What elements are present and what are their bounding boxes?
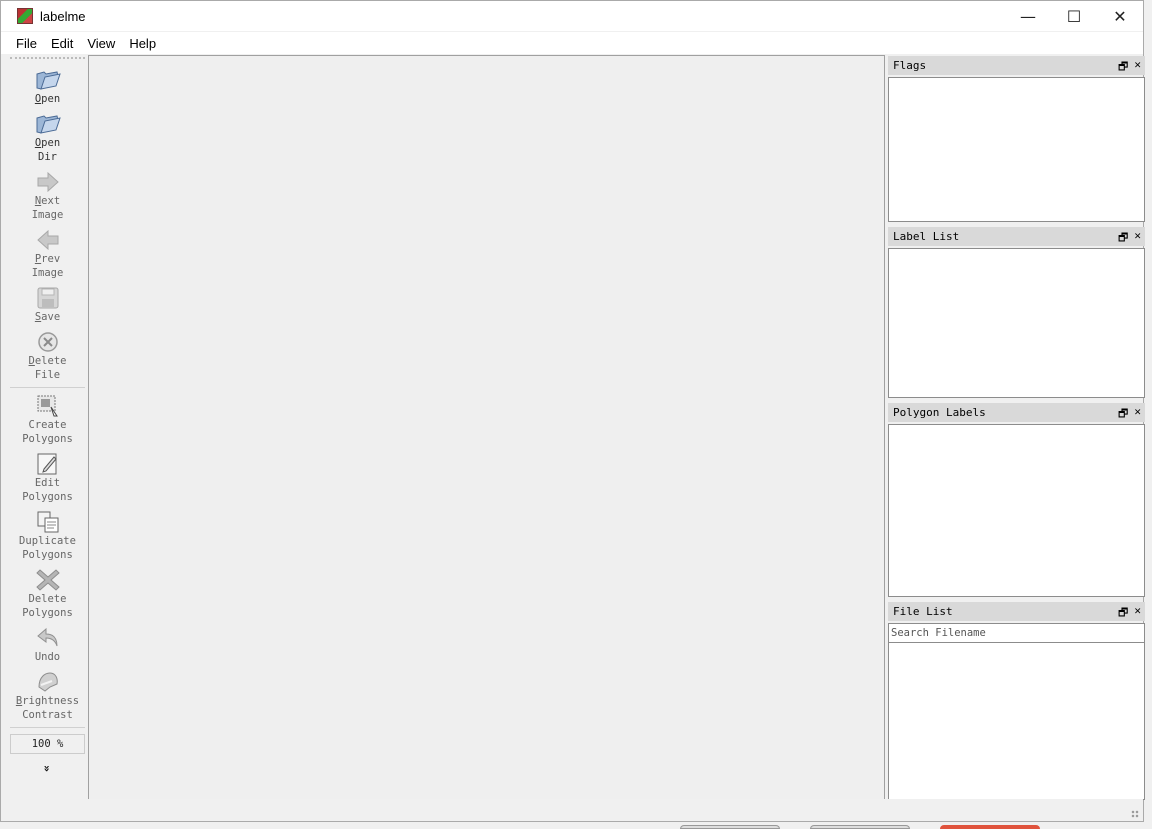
delete-file-label-line2: File — [34, 369, 61, 381]
toolbar-separator — [10, 727, 85, 728]
label-list-title: Label List — [893, 230, 960, 243]
polygon-labels-dock: Polygon Labels 🗗 ✕ — [888, 403, 1145, 597]
title-bar: labelme — ☐ ✕ — [1, 1, 1143, 31]
next-image-label: ext — [41, 195, 61, 207]
brightness-label: rightness — [22, 695, 80, 707]
brightness-contrast-icon — [35, 670, 61, 694]
open-label: pen — [41, 93, 61, 105]
create-polygons-button[interactable]: Create Polygons — [8, 394, 87, 446]
menu-help[interactable]: Help — [122, 36, 163, 51]
float-icon[interactable]: 🗗 — [1118, 405, 1128, 424]
brightness-contrast-button[interactable]: Brightness Contrast — [8, 670, 87, 722]
tools-toolbar: Open Open Dir Next Image Prev Image Save… — [8, 55, 87, 801]
duplicate-polygons-button[interactable]: Duplicate Polygons — [8, 510, 87, 562]
open-dir-label-line2: Dir — [38, 151, 57, 163]
next-image-button[interactable]: Next Image — [8, 170, 87, 222]
flags-dock: Flags 🗗 ✕ — [888, 56, 1145, 222]
file-list[interactable] — [888, 643, 1145, 800]
close-icon[interactable]: ✕ — [1134, 405, 1141, 424]
cancel-circle-icon — [35, 330, 61, 354]
folder-open-icon — [35, 68, 61, 92]
create-polygons-label: Create Polygons — [22, 419, 73, 445]
polygon-labels-title: Polygon Labels — [893, 406, 986, 419]
arrow-right-icon — [35, 170, 61, 194]
file-list-dock-title: File List 🗗 ✕ — [888, 602, 1145, 621]
label-list-dock-title: Label List 🗗 ✕ — [888, 227, 1145, 246]
arrow-left-icon — [35, 228, 61, 252]
flags-list[interactable] — [888, 77, 1145, 222]
prev-image-label: rev — [41, 253, 61, 265]
labelme-window: labelme — ☐ ✕ File Edit View Help Open O… — [0, 0, 1145, 822]
menu-view[interactable]: View — [80, 36, 122, 51]
status-bar — [1, 799, 1143, 821]
float-icon[interactable]: 🗗 — [1118, 604, 1128, 623]
undo-arrow-icon — [35, 626, 61, 650]
image-canvas[interactable] — [88, 55, 885, 800]
close-button[interactable]: ✕ — [1097, 1, 1143, 31]
delete-file-label: elete — [34, 355, 67, 367]
open-dir-label: pen — [41, 137, 61, 149]
maximize-button[interactable]: ☐ — [1051, 1, 1097, 31]
zoom-spinbox[interactable]: 100 % — [10, 734, 85, 754]
flags-title: Flags — [893, 59, 927, 72]
minimize-button[interactable]: — — [1005, 1, 1051, 31]
polygon-labels-dock-title: Polygon Labels 🗗 ✕ — [888, 403, 1145, 422]
label-list[interactable] — [888, 248, 1145, 398]
size-grip-icon[interactable] — [1131, 810, 1139, 818]
close-icon[interactable]: ✕ — [1134, 604, 1141, 623]
background-window-edge — [940, 825, 1040, 829]
float-icon[interactable]: 🗗 — [1118, 229, 1128, 248]
open-dir-button[interactable]: Open Dir — [8, 112, 87, 164]
background-window-edge — [810, 825, 910, 829]
flags-dock-title: Flags 🗗 ✕ — [888, 56, 1145, 75]
window-controls: — ☐ ✕ — [1005, 1, 1143, 31]
float-icon[interactable]: 🗗 — [1118, 58, 1128, 77]
create-polygon-icon — [35, 394, 61, 418]
delete-polygons-label: Delete Polygons — [22, 593, 73, 619]
file-list-title: File List — [893, 605, 953, 618]
floppy-disk-icon — [35, 286, 61, 310]
edit-polygons-button[interactable]: Edit Polygons — [8, 452, 87, 504]
label-list-dock: Label List 🗗 ✕ — [888, 227, 1145, 398]
undo-label: Undo — [34, 651, 61, 663]
background-window-edge — [680, 825, 780, 829]
contrast-label: Contrast — [22, 709, 73, 721]
undo-button[interactable]: Undo — [8, 626, 87, 664]
close-icon[interactable]: ✕ — [1134, 58, 1141, 77]
menu-file[interactable]: File — [9, 36, 44, 51]
file-list-dock: File List 🗗 ✕ Search Filename — [888, 602, 1145, 800]
toolbar-grip[interactable] — [10, 57, 85, 62]
save-label: ave — [41, 311, 61, 323]
duplicate-polygons-label: Duplicate Polygons — [19, 535, 76, 561]
cross-icon — [35, 568, 61, 592]
search-filename-input[interactable]: Search Filename — [888, 623, 1145, 643]
edit-pencil-icon — [35, 452, 61, 476]
menu-bar: File Edit View Help — [1, 32, 1143, 54]
copy-icon — [35, 510, 61, 534]
menu-edit[interactable]: Edit — [44, 36, 80, 51]
delete-polygons-button[interactable]: Delete Polygons — [8, 568, 87, 620]
close-icon[interactable]: ✕ — [1134, 229, 1141, 248]
labelme-app-icon — [17, 8, 33, 24]
prev-image-button[interactable]: Prev Image — [8, 228, 87, 280]
prev-image-label-line2: Image — [31, 267, 64, 279]
edit-polygons-label: Edit Polygons — [22, 477, 73, 503]
polygon-labels-list[interactable] — [888, 424, 1145, 597]
delete-file-button[interactable]: Delete File — [8, 330, 87, 382]
folder-open-icon — [35, 112, 61, 136]
next-image-label-line2: Image — [31, 209, 64, 221]
toolbar-separator — [10, 387, 85, 388]
open-button[interactable]: Open — [8, 68, 87, 106]
window-title: labelme — [40, 8, 86, 24]
save-button[interactable]: Save — [8, 286, 87, 324]
toolbar-extension-chevron-icon[interactable]: » — [41, 762, 54, 776]
